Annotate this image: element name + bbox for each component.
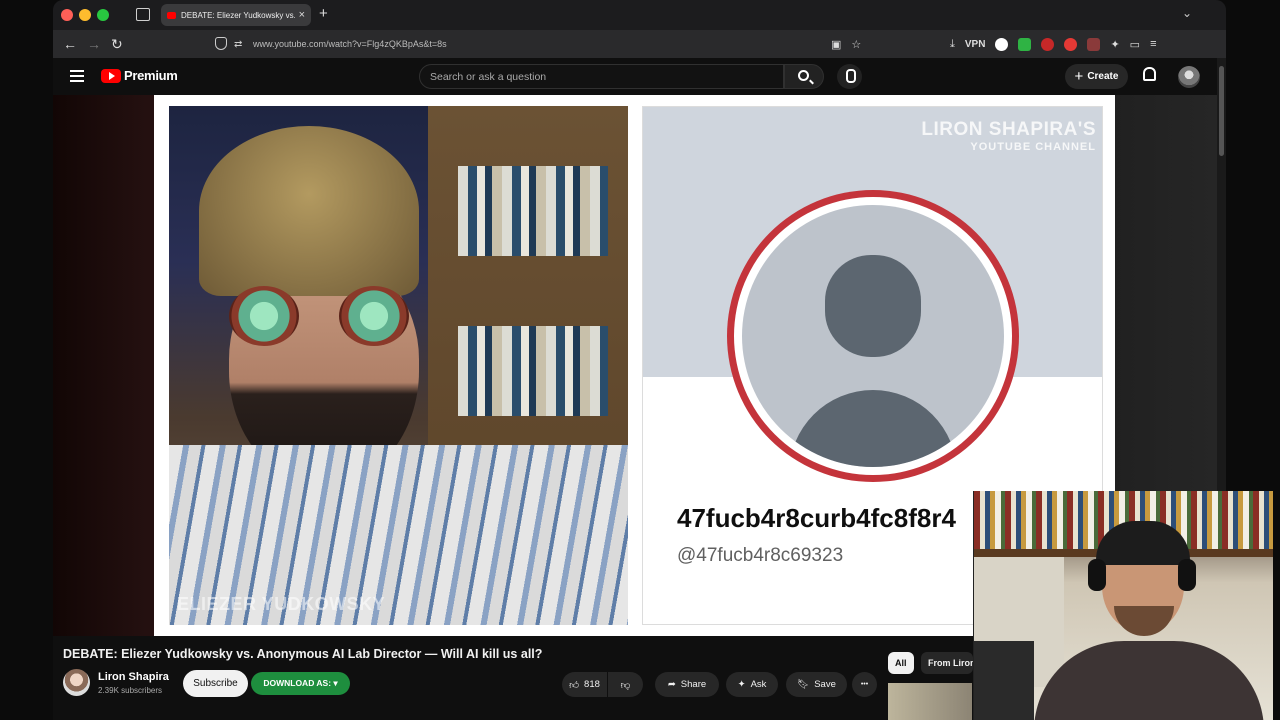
address-bar: ← → ↻ ⇄ www.youtube.com/watch?v=Flg4zQKB… [53, 30, 1226, 58]
video-title: DEBATE: Eliezer Yudkowsky vs. Anonymous … [63, 647, 543, 661]
desktop: DEBATE: Eliezer Yudkowsky vs. × + ⌄ ← → … [0, 0, 1280, 720]
youtube-play-icon [101, 68, 121, 83]
download-icon[interactable]: ⤓ [950, 38, 955, 51]
profile-ring [727, 190, 1019, 482]
download-as-button[interactable]: DOWNLOAD AS: ▾ [251, 672, 350, 695]
like-button[interactable]: 👍︎ 818 [562, 672, 607, 697]
subscriber-count: 2.39K subscribers [98, 686, 163, 695]
back-arrow-icon[interactable]: ← [63, 36, 77, 52]
subscribe-button[interactable]: Subscribe [183, 670, 248, 697]
extension-green-icon[interactable] [1018, 37, 1032, 51]
tab-overview-icon[interactable] [136, 8, 150, 21]
guest-video-feed: ELIEZER YUDKOWSKY [169, 106, 628, 625]
shield-icon[interactable] [215, 37, 227, 50]
headset-icon [1088, 559, 1106, 591]
extension-c-icon[interactable] [995, 37, 1009, 51]
tab-close-icon[interactable]: × [299, 9, 305, 21]
anonymous-display-name: 47fucb4r8curb4fc8f8r4 [677, 503, 956, 533]
create-button[interactable]: + Create [1065, 64, 1128, 89]
site-settings-icon[interactable]: ⇄ [234, 39, 242, 50]
youtube-header: Premium Search or ask a question + Creat… [53, 58, 1226, 95]
extension-shield-icon[interactable] [1041, 37, 1055, 51]
search-button[interactable] [784, 64, 824, 89]
minimize-window-button[interactable] [79, 9, 91, 21]
host-webcam-overlay [973, 491, 1273, 720]
video-frame: ELIEZER YUDKOWSKY LIRON SHAPIRA'S YOUTUB… [154, 95, 1115, 636]
scrollbar-thumb[interactable] [1219, 66, 1224, 156]
goggle-left [229, 286, 299, 346]
extensions-bar: ⤓ VPN ✦ ▭ ≡ [950, 36, 1156, 52]
notifications-bell-icon[interactable] [1143, 67, 1156, 81]
guest-name-overlay: ELIEZER YUDKOWSKY [177, 594, 386, 614]
chip-from-liron[interactable]: From Liron [921, 652, 973, 674]
bookmark-star-icon[interactable]: ☆ [851, 38, 861, 51]
search-input[interactable]: Search or ask a question [419, 64, 784, 89]
channel-name[interactable]: Liron Shapira [98, 671, 169, 683]
share-arrow-icon: ➦ [667, 679, 676, 690]
screenshot-icon[interactable]: ▣ [831, 38, 841, 51]
new-tab-button[interactable]: + [319, 5, 328, 22]
forward-arrow-icon[interactable]: → [87, 36, 101, 52]
extension-grid-icon[interactable] [1087, 37, 1101, 51]
sparkle-icon: ✦ [737, 679, 746, 690]
host-body [1034, 641, 1264, 720]
channel-watermark: LIRON SHAPIRA'S YOUTUBE CHANNEL [921, 119, 1096, 153]
menu-icon[interactable]: ≡ [1150, 38, 1156, 50]
save-button[interactable]: 🔖︎ Save [786, 672, 847, 697]
thumbs-down-icon: 👎︎ [620, 679, 631, 691]
bookmark-icon: 🔖︎ [797, 679, 810, 690]
recommended-thumbnail[interactable] [888, 683, 972, 720]
anonymous-handle: @47fucb4r8c69323 [677, 545, 844, 566]
sidebar-icon[interactable]: ▭ [1130, 38, 1140, 51]
hamburger-menu-icon[interactable] [70, 70, 84, 85]
default-avatar-icon [742, 205, 1004, 467]
guest-hat [199, 126, 419, 296]
url-field[interactable]: www.youtube.com/watch?v=Flg4zQKBpAs&t=8s [253, 39, 447, 49]
account-avatar[interactable] [1178, 66, 1200, 88]
more-actions-button[interactable]: ••• [852, 672, 877, 697]
dislike-button[interactable]: 👎︎ [608, 672, 643, 697]
tab-strip: DEBATE: Eliezer Yudkowsky vs. × + ⌄ [53, 0, 1226, 30]
puzzle-icon[interactable]: ✦ [1110, 38, 1119, 51]
search-icon [798, 70, 809, 81]
thumbs-up-icon: 👍︎ [569, 679, 580, 691]
channel-avatar[interactable] [63, 669, 90, 696]
chevron-down-icon[interactable]: ⌄ [1182, 6, 1192, 20]
youtube-logo[interactable]: Premium [101, 68, 178, 83]
microphone-icon[interactable] [837, 64, 862, 89]
tab-youtube[interactable]: DEBATE: Eliezer Yudkowsky vs. × [161, 4, 311, 26]
like-count: 818 [584, 679, 600, 690]
share-button[interactable]: ➦ Share [655, 672, 719, 697]
zoom-window-button[interactable] [97, 9, 109, 21]
vpn-button[interactable]: VPN [965, 39, 986, 50]
extension-abp-icon[interactable] [1064, 37, 1078, 51]
chip-all[interactable]: All [888, 652, 914, 674]
youtube-favicon-icon [167, 11, 176, 19]
reload-icon[interactable]: ↻ [111, 36, 123, 53]
close-window-button[interactable] [61, 9, 73, 21]
create-label: Create [1087, 71, 1119, 82]
logo-text: Premium [124, 68, 178, 83]
tab-title: DEBATE: Eliezer Yudkowsky vs. [181, 10, 295, 20]
goggle-right [339, 286, 409, 346]
ask-button[interactable]: ✦ Ask [726, 672, 778, 697]
address-actions: ▣ ☆ [831, 36, 861, 52]
plus-icon: + [1074, 68, 1084, 85]
